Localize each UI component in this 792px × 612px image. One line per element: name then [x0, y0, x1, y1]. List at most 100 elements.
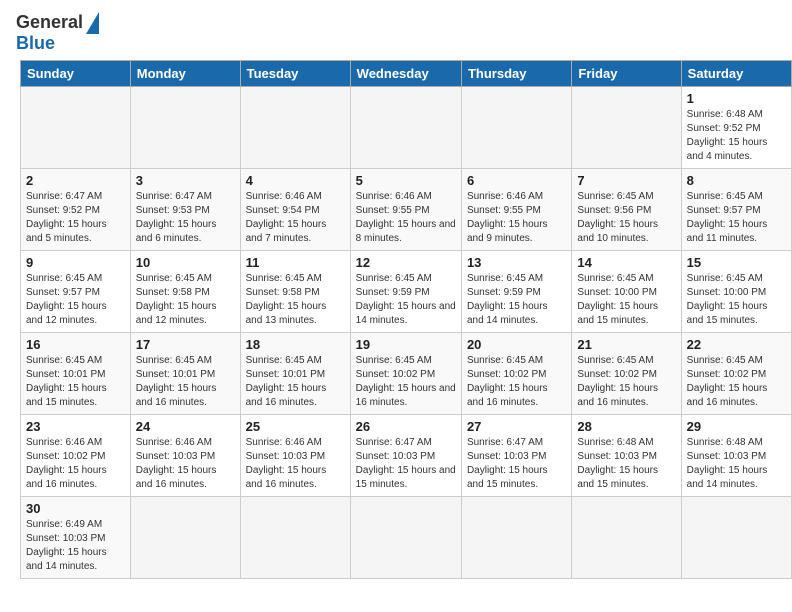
day-info: Sunrise: 6:46 AMSunset: 10:03 PMDaylight…	[136, 436, 235, 492]
calendar-cell: 21 Sunrise: 6:45 AMSunset: 10:02 PMDaylig…	[572, 332, 681, 414]
day-info: Sunrise: 6:45 AMSunset: 10:01 PMDaylight…	[246, 354, 345, 410]
calendar-cell: 14Sunrise: 6:45 AMSunset: 10:00 PMDaylig…	[572, 250, 681, 332]
day-info: Sunrise: 6:45 AMSunset: 10:02 PMDaylight…	[687, 354, 786, 410]
weekday-header-row: SundayMondayTuesdayWednesdayThursdayFrid…	[21, 60, 792, 86]
weekday-header-sunday: Sunday	[21, 60, 131, 86]
calendar-cell	[461, 86, 571, 168]
calendar-cell: 7 Sunrise: 6:45 AMSunset: 9:56 PMDaylight…	[572, 168, 681, 250]
calendar-cell: 18 Sunrise: 6:45 AMSunset: 10:01 PMDaylig…	[240, 332, 350, 414]
day-number: 29	[687, 419, 786, 434]
day-number: 27	[467, 419, 566, 434]
calendar-cell: 9Sunrise: 6:45 AMSunset: 9:57 PMDaylight…	[21, 250, 131, 332]
logo-text: General Blue	[16, 12, 99, 54]
calendar-cell: 27 Sunrise: 6:47 AMSunset: 10:03 PMDaylig…	[461, 414, 571, 496]
calendar-cell	[572, 86, 681, 168]
day-info: Sunrise: 6:45 AMSunset: 10:01 PMDaylight…	[26, 354, 125, 410]
calendar-cell	[240, 496, 350, 578]
calendar-cell	[130, 86, 240, 168]
day-info: Sunrise: 6:48 AMSunset: 10:03 PMDaylight…	[687, 436, 786, 492]
calendar-cell: 29 Sunrise: 6:48 AMSunset: 10:03 PMDaylig…	[681, 414, 791, 496]
day-info: Sunrise: 6:45 AMSunset: 9:59 PMDaylight:…	[467, 272, 566, 328]
day-info: Sunrise: 6:49 AMSunset: 10:03 PMDaylight…	[26, 518, 125, 574]
day-info: Sunrise: 6:46 AMSunset: 10:03 PMDaylight…	[246, 436, 345, 492]
day-info: Sunrise: 6:45 AMSunset: 10:01 PMDaylight…	[136, 354, 235, 410]
calendar-cell	[350, 86, 461, 168]
calendar-cell: 3 Sunrise: 6:47 AMSunset: 9:53 PMDaylight…	[130, 168, 240, 250]
weekday-header-wednesday: Wednesday	[350, 60, 461, 86]
day-number: 16	[26, 337, 125, 352]
calendar-cell: 5Sunrise: 6:46 AMSunset: 9:55 PMDaylight…	[350, 168, 461, 250]
page-container: General Blue SundayMondayTuesdayWednesda…	[0, 0, 792, 589]
weekday-header-friday: Friday	[572, 60, 681, 86]
day-number: 21	[577, 337, 675, 352]
weekday-header-monday: Monday	[130, 60, 240, 86]
day-number: 1	[687, 91, 786, 106]
day-info: Sunrise: 6:47 AMSunset: 10:03 PMDaylight…	[467, 436, 566, 492]
calendar-cell: 23 Sunrise: 6:46 AMSunset: 10:02 PMDaylig…	[21, 414, 131, 496]
calendar-cell: 20Sunrise: 6:45 AMSunset: 10:02 PMDaylig…	[461, 332, 571, 414]
day-info: Sunrise: 6:46 AMSunset: 10:02 PMDaylight…	[26, 436, 125, 492]
day-number: 10	[136, 255, 235, 270]
calendar-cell: 2Sunrise: 6:47 AMSunset: 9:52 PMDaylight…	[21, 168, 131, 250]
day-number: 22	[687, 337, 786, 352]
calendar-cell: 19Sunrise: 6:45 AMSunset: 10:02 PMDaylig…	[350, 332, 461, 414]
calendar-table: SundayMondayTuesdayWednesdayThursdayFrid…	[20, 60, 792, 579]
day-number: 7	[577, 173, 675, 188]
day-number: 28	[577, 419, 675, 434]
calendar-cell	[21, 86, 131, 168]
calendar-cell: 16 Sunrise: 6:45 AMSunset: 10:01 PMDaylig…	[21, 332, 131, 414]
calendar-row: 30Sunrise: 6:49 AMSunset: 10:03 PMDaylig…	[21, 496, 792, 578]
day-info: Sunrise: 6:47 AMSunset: 9:53 PMDaylight:…	[136, 190, 235, 246]
day-info: Sunrise: 6:48 AMSunset: 10:03 PMDaylight…	[577, 436, 675, 492]
calendar-row: 2Sunrise: 6:47 AMSunset: 9:52 PMDaylight…	[21, 168, 792, 250]
day-number: 8	[687, 173, 786, 188]
day-info: Sunrise: 6:45 AMSunset: 10:00 PMDaylight…	[687, 272, 786, 328]
calendar-row: 9Sunrise: 6:45 AMSunset: 9:57 PMDaylight…	[21, 250, 792, 332]
day-info: Sunrise: 6:45 AMSunset: 10:02 PMDaylight…	[577, 354, 675, 410]
calendar-cell: 13Sunrise: 6:45 AMSunset: 9:59 PMDayligh…	[461, 250, 571, 332]
calendar-header: SundayMondayTuesdayWednesdayThursdayFrid…	[21, 60, 792, 86]
day-number: 12	[356, 255, 456, 270]
calendar-cell	[240, 86, 350, 168]
calendar-cell: 1 Sunrise: 6:48 AMSunset: 9:52 PMDaylight…	[681, 86, 791, 168]
calendar-cell: 6Sunrise: 6:46 AMSunset: 9:55 PMDaylight…	[461, 168, 571, 250]
calendar-cell: 30Sunrise: 6:49 AMSunset: 10:03 PMDaylig…	[21, 496, 131, 578]
logo-triangle-icon	[86, 12, 99, 34]
day-number: 19	[356, 337, 456, 352]
logo: General Blue	[16, 12, 99, 54]
calendar-row: 1 Sunrise: 6:48 AMSunset: 9:52 PMDaylight…	[21, 86, 792, 168]
day-info: Sunrise: 6:48 AMSunset: 9:52 PMDaylight:…	[687, 108, 786, 164]
calendar-cell: 24 Sunrise: 6:46 AMSunset: 10:03 PMDaylig…	[130, 414, 240, 496]
weekday-header-saturday: Saturday	[681, 60, 791, 86]
day-number: 26	[356, 419, 456, 434]
day-number: 3	[136, 173, 235, 188]
calendar-cell: 25Sunrise: 6:46 AMSunset: 10:03 PMDaylig…	[240, 414, 350, 496]
calendar-cell: 8 Sunrise: 6:45 AMSunset: 9:57 PMDaylight…	[681, 168, 791, 250]
day-info: Sunrise: 6:45 AMSunset: 9:56 PMDaylight:…	[577, 190, 675, 246]
calendar-cell	[350, 496, 461, 578]
day-info: Sunrise: 6:45 AMSunset: 9:59 PMDaylight:…	[356, 272, 456, 328]
calendar-row: 23 Sunrise: 6:46 AMSunset: 10:02 PMDaylig…	[21, 414, 792, 496]
day-number: 20	[467, 337, 566, 352]
calendar-cell: 26Sunrise: 6:47 AMSunset: 10:03 PMDaylig…	[350, 414, 461, 496]
calendar-cell	[572, 496, 681, 578]
header: General Blue	[0, 0, 792, 60]
day-number: 23	[26, 419, 125, 434]
day-number: 17	[136, 337, 235, 352]
calendar-cell: 15Sunrise: 6:45 AMSunset: 10:00 PMDaylig…	[681, 250, 791, 332]
calendar-cell: 22 Sunrise: 6:45 AMSunset: 10:02 PMDaylig…	[681, 332, 791, 414]
day-number: 2	[26, 173, 125, 188]
day-info: Sunrise: 6:45 AMSunset: 9:57 PMDaylight:…	[687, 190, 786, 246]
weekday-header-tuesday: Tuesday	[240, 60, 350, 86]
calendar-wrapper: SundayMondayTuesdayWednesdayThursdayFrid…	[0, 60, 792, 589]
day-number: 4	[246, 173, 345, 188]
calendar-cell	[461, 496, 571, 578]
day-number: 9	[26, 255, 125, 270]
day-number: 11	[246, 255, 345, 270]
calendar-cell: 4Sunrise: 6:46 AMSunset: 9:54 PMDaylight…	[240, 168, 350, 250]
calendar-body: 1 Sunrise: 6:48 AMSunset: 9:52 PMDaylight…	[21, 86, 792, 578]
day-number: 18	[246, 337, 345, 352]
day-number: 24	[136, 419, 235, 434]
day-number: 5	[356, 173, 456, 188]
day-info: Sunrise: 6:45 AMSunset: 10:00 PMDaylight…	[577, 272, 675, 328]
